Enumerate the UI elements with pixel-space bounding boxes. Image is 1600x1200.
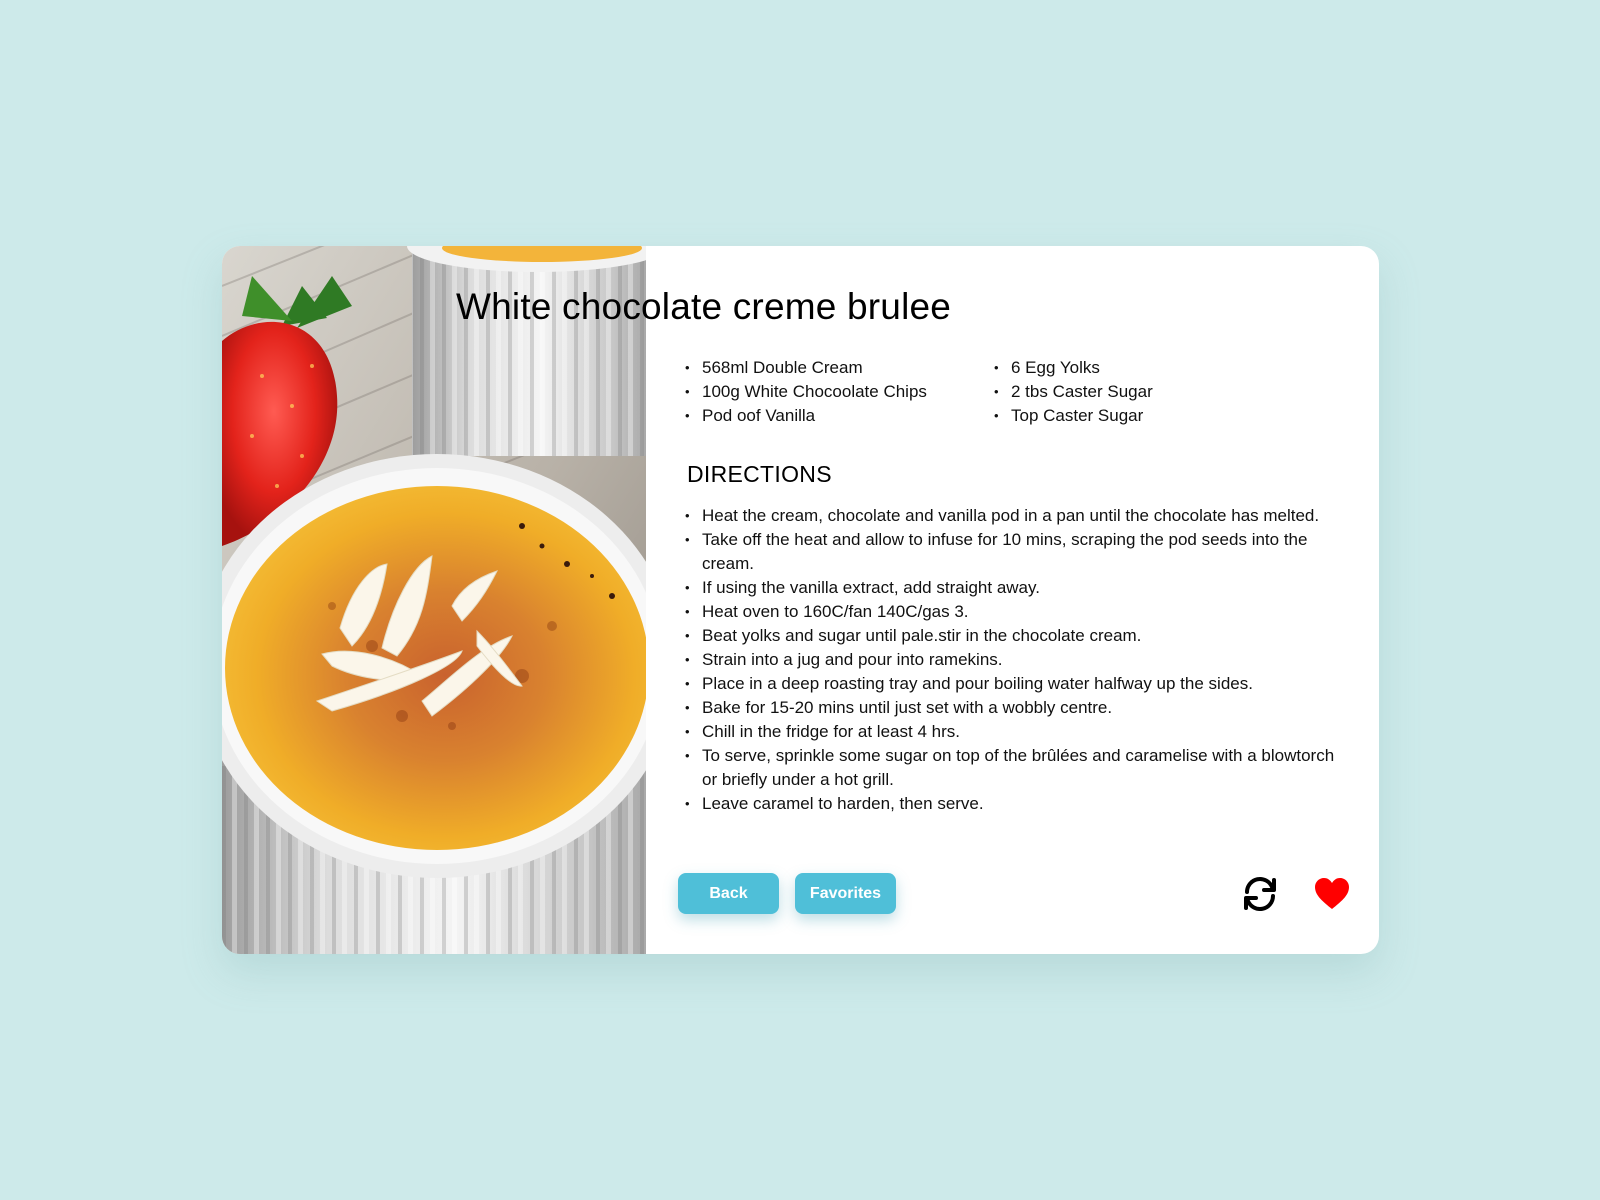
ingredient-item: 100g White Chocoolate Chips (683, 380, 992, 404)
directions-heading: DIRECTIONS (687, 461, 832, 487)
directions-list: Heat the cream, chocolate and vanilla po… (683, 504, 1353, 816)
ingredients-column-left: 568ml Double Cream 100g White Chocoolate… (683, 356, 992, 428)
ingredient-item: 568ml Double Cream (683, 356, 992, 380)
direction-step: Chill in the fridge for at least 4 hrs. (683, 720, 1353, 744)
direction-step: Beat yolks and sugar until pale.stir in … (683, 624, 1353, 648)
creme-brulee-image (222, 246, 646, 954)
recipe-photo (222, 246, 646, 954)
ingredient-item: Top Caster Sugar (992, 404, 1212, 428)
ingredients-column-right: 6 Egg Yolks 2 tbs Caster Sugar Top Caste… (992, 356, 1212, 428)
direction-step: To serve, sprinkle some sugar on top of … (683, 744, 1353, 792)
recipe-title: White chocolate creme brulee (456, 286, 952, 327)
direction-step: Strain into a jug and pour into ramekins… (683, 648, 1353, 672)
direction-step: Place in a deep roasting tray and pour b… (683, 672, 1353, 696)
direction-step: If using the vanilla extract, add straig… (683, 576, 1353, 600)
heart-icon[interactable] (1310, 872, 1354, 916)
ingredient-item: 6 Egg Yolks (992, 356, 1212, 380)
ingredient-item: Pod oof Vanilla (683, 404, 992, 428)
ingredient-item: 2 tbs Caster Sugar (992, 380, 1212, 404)
direction-step: Take off the heat and allow to infuse fo… (683, 528, 1353, 576)
direction-step: Bake for 15-20 mins until just set with … (683, 696, 1353, 720)
back-button[interactable]: Back (678, 873, 779, 914)
ingredients-list: 568ml Double Cream 100g White Chocoolate… (683, 356, 1212, 428)
direction-step: Leave caramel to harden, then serve. (683, 792, 1353, 816)
direction-step: Heat the cream, chocolate and vanilla po… (683, 504, 1353, 528)
direction-step: Heat oven to 160C/fan 140C/gas 3. (683, 600, 1353, 624)
favorites-button[interactable]: Favorites (795, 873, 896, 914)
refresh-icon[interactable] (1238, 872, 1282, 916)
